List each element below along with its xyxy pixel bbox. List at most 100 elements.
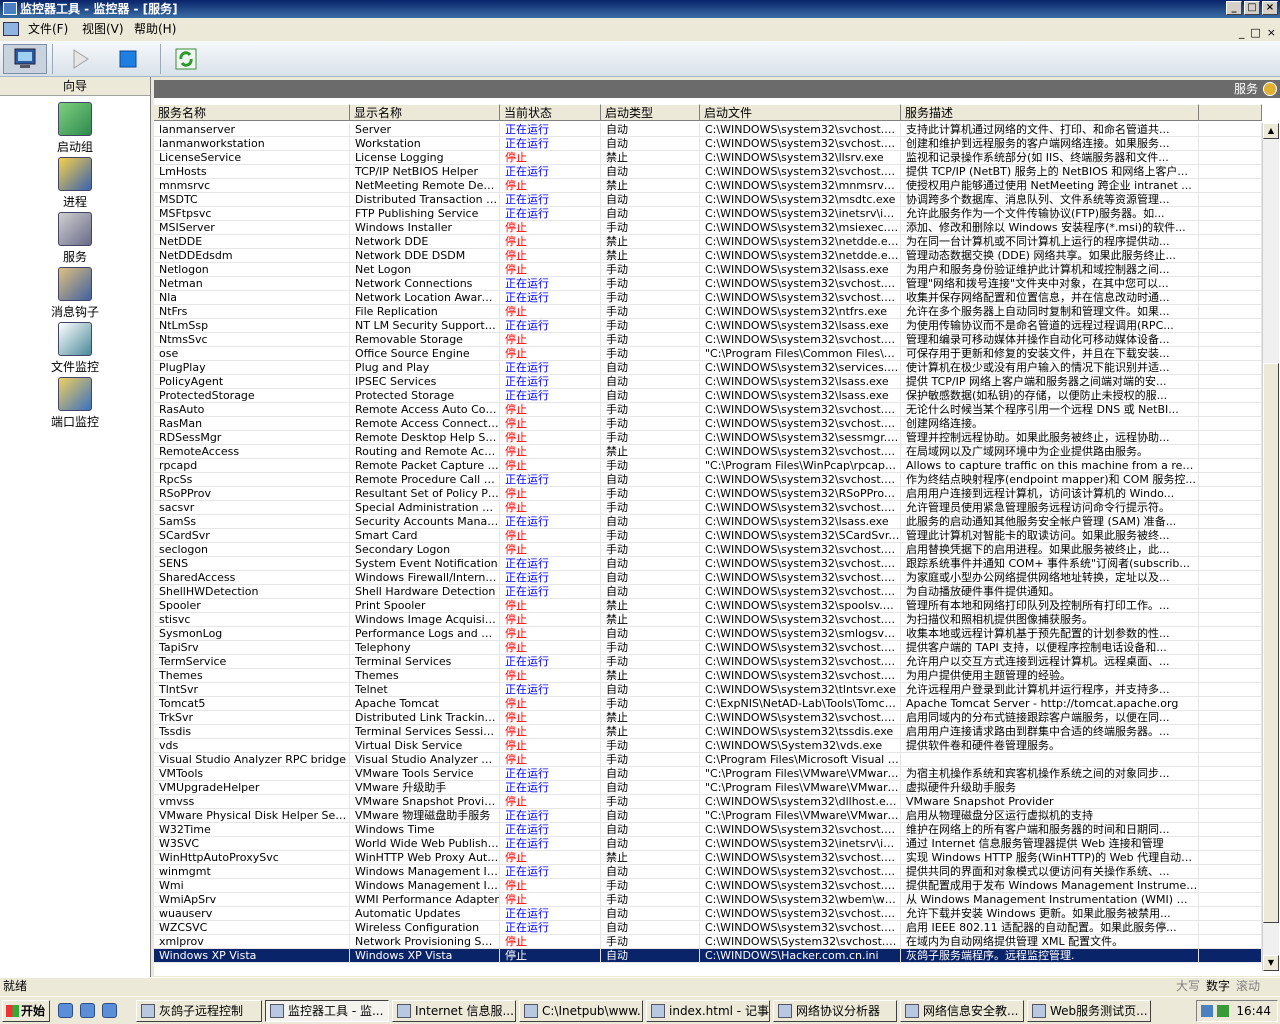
taskbar-task[interactable]: Web服务测试页... [1027, 1000, 1151, 1022]
volume-tray-icon[interactable] [1217, 1005, 1229, 1017]
table-row[interactable]: ose Office Source Engine 停止 手动 "C:\Program F… [154, 347, 1262, 361]
table-row[interactable]: VMUpgradeHelper VMware 升级助手 正在运行 自动 "C:\Prog… [154, 781, 1262, 795]
taskbar-task[interactable]: 网络信息安全教... [900, 1000, 1024, 1022]
table-row[interactable]: vds Virtual Disk Service 停止 手动 C:\WINDOWS\Sy… [154, 739, 1262, 753]
table-row[interactable]: winmgmt Windows Management Ins... 正在运行 自动 C:… [154, 865, 1262, 879]
document-icon[interactable] [3, 22, 19, 36]
menu-help[interactable]: 帮助(H) [134, 19, 176, 40]
table-row[interactable]: stisvc Windows Image Acquisitio... 停止 禁止 C:\… [154, 613, 1262, 627]
table-row[interactable]: RemoteAccess Routing and Remote Access 停止禁… [154, 445, 1262, 459]
table-row[interactable]: W3SVC World Wide Web Publishin... 正在运行 自动 C:… [154, 837, 1262, 851]
table-row[interactable]: Visual Studio Analyzer RPC bridge Visual … [154, 753, 1262, 767]
table-row[interactable]: LicenseService License Logging 停止 禁止 C:\WIND… [154, 151, 1262, 165]
column-header-startup-type[interactable]: 启动类型 [601, 104, 700, 121]
minimize-button[interactable]: _ [1226, 1, 1242, 15]
nav-file-monitor[interactable]: 文件监控 [0, 322, 150, 375]
start-button[interactable] [58, 44, 102, 74]
table-row[interactable]: Themes Themes 停止 禁止 C:\WINDOWS\system32\svch… [154, 669, 1262, 683]
taskbar-task[interactable]: C:\Inetpub\www... [519, 1000, 643, 1022]
taskbar-task[interactable]: Internet 信息服... [392, 1000, 516, 1022]
menu-view[interactable]: 视图(V) [82, 19, 124, 40]
table-row[interactable]: W32Time Windows Time 正在运行 自动 C:\WINDOWS\syst… [154, 823, 1262, 837]
table-row[interactable]: Tssdis Terminal Services Session ... 停止 禁止 C… [154, 725, 1262, 739]
taskbar-task[interactable]: index.html - 记事本 [646, 1000, 770, 1022]
column-header-service-name[interactable]: 服务名称 [154, 104, 350, 121]
stop-button[interactable] [106, 44, 150, 74]
table-row[interactable]: ProtectedStorage Protected Storage 正在运行 自动 C… [154, 389, 1262, 403]
table-row[interactable]: SENS System Event Notification 正在运行 自动 C:\WI… [154, 557, 1262, 571]
monitor-button[interactable] [3, 44, 47, 74]
taskbar-task[interactable]: 灰鸽子远程控制 [136, 1000, 262, 1022]
table-row[interactable]: NtLmSsp NT LM Security Support Pr... 正在运行手… [154, 319, 1262, 333]
network-tray-icon[interactable] [1201, 1005, 1213, 1017]
nav-process[interactable]: 进程 [0, 157, 150, 210]
table-row[interactable]: TermService Terminal Services 正在运行 手动 C:\WIN… [154, 655, 1262, 669]
table-row[interactable]: NetDDE Network DDE 停止 禁止 C:\WINDOWS\system32… [154, 235, 1262, 249]
scroll-down-button[interactable]: ▼ [1263, 955, 1279, 971]
quicklaunch-ie-icon[interactable] [58, 1003, 73, 1018]
column-header-status[interactable]: 当前状态 [500, 104, 601, 121]
table-row[interactable]: PlugPlay Plug and Play 正在运行 自动 C:\WINDOWS\sy… [154, 361, 1262, 375]
table-row[interactable]: Wmi Windows Management Ins... 停止 手动 C:\WINDO… [154, 879, 1262, 893]
table-row[interactable]: RDSessMgr Remote Desktop Help Ses... 停止 手动 C… [154, 431, 1262, 445]
table-row[interactable]: SharedAccess Windows Firewall/Internet...… [154, 571, 1262, 585]
taskbar-task[interactable]: 网络协议分析器 [773, 1000, 897, 1022]
table-row[interactable]: VMTools VMware Tools Service 正在运行 自动 "C:\Pro… [154, 767, 1262, 781]
table-row[interactable]: MSFtpsvc FTP Publishing Service 正在运行 自动 C:\W… [154, 207, 1262, 221]
table-row[interactable]: sacsvr Special Administration Con... 停止 手动 C… [154, 501, 1262, 515]
maximize-button[interactable]: □ [1244, 1, 1260, 15]
taskbar-task[interactable]: 监控器工具 - 监... [265, 1000, 389, 1022]
quicklaunch-explorer-icon[interactable] [102, 1003, 117, 1018]
child-minimize-button[interactable]: _ [1239, 22, 1245, 43]
scroll-thumb[interactable] [1263, 363, 1279, 923]
table-row[interactable]: seclogon Secondary Logon 停止 手动 C:\WINDOWS\sy… [154, 543, 1262, 557]
table-row[interactable]: Netman Network Connections 正在运行 手动 C:\WINDOW… [154, 277, 1262, 291]
column-header-description[interactable]: 服务描述 [901, 104, 1199, 121]
nav-service[interactable]: 服务 [0, 212, 150, 265]
table-row[interactable]: lanmanserver Server 正在运行 自动 C:\WINDOWS\syste… [154, 123, 1262, 137]
nav-port-monitor[interactable]: 端口监控 [0, 377, 150, 430]
table-row[interactable]: ShellHWDetection Shell Hardware Detection… [154, 585, 1262, 599]
table-row[interactable]: NetDDEdsdm Network DDE DSDM 停止 禁止 C:\WINDOWS… [154, 249, 1262, 263]
table-row[interactable]: LmHosts TCP/IP NetBIOS Helper 正在运行 自动 C:\WIN… [154, 165, 1262, 179]
scroll-up-button[interactable]: ▲ [1263, 123, 1279, 139]
table-row[interactable]: RasAuto Remote Access Auto Con... 停止 手动 C:\W… [154, 403, 1262, 417]
table-row[interactable]: RasMan Remote Access Connectio... 停止 手动 C:\W… [154, 417, 1262, 431]
table-row[interactable]: Spooler Print Spooler 停止 禁止 C:\WINDOWS\syste… [154, 599, 1262, 613]
table-row[interactable]: RSoPProv Resultant Set of Policy Pr... 停止手… [154, 487, 1262, 501]
table-row[interactable]: VMware Physical Disk Helper Service VMwar… [154, 809, 1262, 823]
table-row[interactable]: WmiApSrv WMI Performance Adapter 停止 手动 C:\WI… [154, 893, 1262, 907]
start-button[interactable]: 开始 [2, 1000, 50, 1022]
quicklaunch-desktop-icon[interactable] [80, 1003, 95, 1018]
table-row[interactable]: SCardSvr Smart Card 停止 手动 C:\WINDOWS\system3… [154, 529, 1262, 543]
table-row[interactable]: PolicyAgent IPSEC Services 正在运行 自动 C:\WINDOW… [154, 375, 1262, 389]
table-row[interactable]: vmvss VMware Snapshot Provider 停止 手动 C:\WIND… [154, 795, 1262, 809]
table-row[interactable]: SysmonLog Performance Logs and Alerts 停止 自动… [154, 627, 1262, 641]
table-row[interactable]: xmlprov Network Provisioning Service 停止 手动 C… [154, 935, 1262, 949]
table-row[interactable]: NtmsSvc Removable Storage 停止 手动 C:\WINDOWS\s… [154, 333, 1262, 347]
refresh-button[interactable] [164, 44, 208, 74]
column-header-startup-file[interactable]: 启动文件 [700, 104, 901, 121]
nav-startup-group[interactable]: 启动组 [0, 102, 150, 155]
table-row[interactable]: NtFrs File Replication 停止 手动 C:\WINDOWS\syst… [154, 305, 1262, 319]
nav-message-hook[interactable]: 消息钩子 [0, 267, 150, 320]
table-row[interactable]: RpcSs Remote Procedure Call (R... 正在运行 自动 C:… [154, 473, 1262, 487]
table-row[interactable]: wuauserv Automatic Updates 正在运行 自动 C:\WINDOW… [154, 907, 1262, 921]
column-header-display-name[interactable]: 显示名称 [350, 104, 500, 121]
table-row[interactable]: Nla Network Location Awaren... 正在运行 手动 C:\WI… [154, 291, 1262, 305]
table-row[interactable]: Netlogon Net Logon 停止 手动 C:\WINDOWS\system32… [154, 263, 1262, 277]
vertical-scrollbar[interactable]: ▲ ▼ [1262, 123, 1279, 971]
table-row[interactable]: rpcapd Remote Packet Capture P... 停止 手动 "C:\… [154, 459, 1262, 473]
close-button[interactable]: × [1262, 1, 1278, 15]
table-row[interactable]: MSIServer Windows Installer 停止 手动 C:\WINDOWS… [154, 221, 1262, 235]
table-row[interactable]: WZCSVC Wireless Configuration 正在运行 自动 C:\WIN… [154, 921, 1262, 935]
table-row[interactable]: Windows XP Vista Windows XP Vista 停止 自动 C:\W… [154, 949, 1262, 963]
table-row[interactable]: mnmsrvc NetMeeting Remote Deskt... 停止 禁止 C:\… [154, 179, 1262, 193]
table-row[interactable]: Tomcat5 Apache Tomcat 停止 手动 C:\ExpNIS\NetAD-… [154, 697, 1262, 711]
table-row[interactable]: TapiSrv Telephony 停止 手动 C:\WINDOWS\system32\… [154, 641, 1262, 655]
child-restore-button[interactable]: □ [1250, 22, 1260, 43]
table-row[interactable]: lanmanworkstation Workstation 正在运行 自动 C:\WIN… [154, 137, 1262, 151]
table-row[interactable]: SamSs Security Accounts Manager 正在运行 自动 C:\W… [154, 515, 1262, 529]
table-row[interactable]: MSDTC Distributed Transaction C... 正在运行 自动 C… [154, 193, 1262, 207]
menu-file[interactable]: 文件(F) [28, 19, 68, 40]
